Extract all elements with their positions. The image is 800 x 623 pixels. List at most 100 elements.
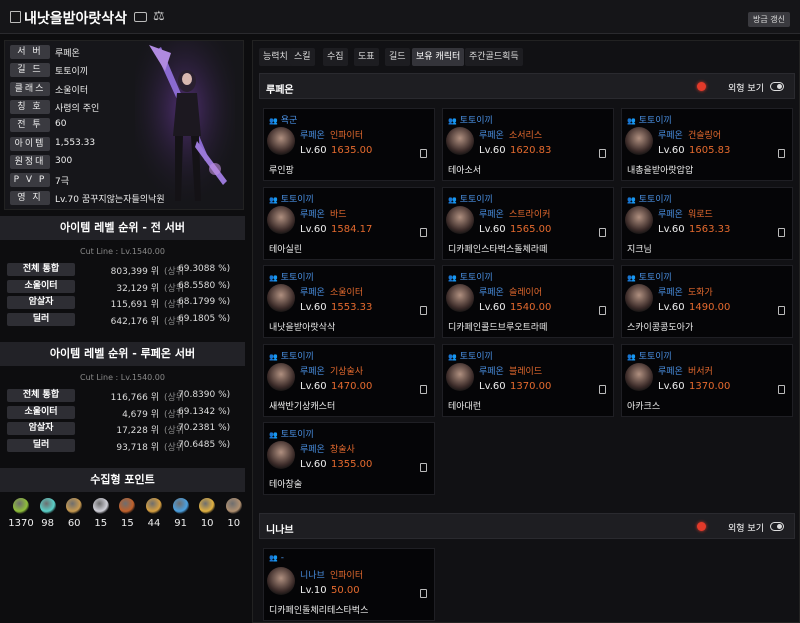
- tab-1[interactable]: 스킬: [290, 48, 315, 66]
- character-card[interactable]: 토토이끼루페온 소서리스Lv.60 1620.83 테아소서: [442, 108, 614, 181]
- card-character-name: 테아대런: [448, 401, 482, 412]
- card-level: Lv.60: [300, 459, 327, 470]
- rank-percent: 68.5580 %): [178, 280, 231, 291]
- card-item-level: 1565.00: [510, 223, 552, 235]
- character-card[interactable]: 토토이끼루페온 슬레이어Lv.60 1540.00 디카페인콜드브루오트라떼: [442, 265, 614, 338]
- character-card[interactable]: 토토이끼루페온 기상술사Lv.60 1470.00 새싹반기상캐스터: [263, 343, 435, 417]
- character-thumbnail: [625, 127, 653, 155]
- card-item-level: 1490.00: [689, 302, 731, 313]
- great-art-icon: [66, 498, 83, 514]
- card-class: 워로드: [688, 209, 713, 220]
- rank-row: 암살자 17,228 위 (상위 70.2381 %): [4, 421, 240, 437]
- toggle-switch[interactable]: [770, 82, 784, 91]
- card-level: Lv.10: [300, 584, 327, 596]
- scale-icon[interactable]: ⚖: [153, 9, 165, 24]
- character-card[interactable]: 욕군루페온 인파이터Lv.60 1635.00 루인팡: [263, 108, 435, 181]
- rank-percent: 69.3088 %): [178, 264, 231, 274]
- copy-icon[interactable]: [420, 384, 427, 394]
- card-server: 루페온: [300, 445, 325, 455]
- copy-icon[interactable]: [420, 306, 427, 315]
- rank-label: 딜러: [7, 312, 75, 326]
- card-server: 루페온: [300, 131, 325, 141]
- appearance-view-label[interactable]: 외형 보기: [728, 81, 764, 94]
- toggle-switch[interactable]: [770, 521, 784, 531]
- profile-label: 아이템: [10, 136, 50, 151]
- giant-heart-icon: [92, 498, 109, 514]
- card-item-level: 1553.33: [331, 302, 373, 313]
- rank-row: 소울이터 4,679 위 (상위 69.1342 %): [4, 405, 240, 421]
- update-button[interactable]: 방금 갱신: [748, 12, 790, 27]
- character-card[interactable]: 토토이끼루페온 바드Lv.60 1584.17 테아실린: [263, 186, 435, 260]
- card-class: 인파이터: [330, 570, 364, 581]
- card-character-name: 디카페인스타벅스돌체라떼: [448, 244, 548, 255]
- copy-icon[interactable]: [599, 306, 606, 315]
- copy-icon[interactable]: [778, 306, 785, 315]
- card-server: 루페온: [658, 288, 683, 298]
- character-thumbnail: [446, 362, 474, 391]
- character-card[interactable]: 토토이끼루페온 도화가Lv.60 1490.00 스카이콩콩도아가: [621, 265, 793, 338]
- top-bar: 내낫을받아랏삭삭 ⚖ 방금 갱신: [0, 0, 800, 34]
- copy-icon[interactable]: [420, 227, 427, 237]
- tab-2[interactable]: 수집: [323, 48, 348, 66]
- id-card-icon[interactable]: [134, 12, 147, 22]
- collect-value: 15: [94, 518, 108, 529]
- card-level: Lv.60: [658, 302, 685, 313]
- rank-label: 전체 통합: [7, 263, 75, 276]
- profile-card: 서 버 루페온 길 드 토토이끼 클래스 소울이터 칭 호 사령의 주인 전 투 60 아이템 1,5…: [4, 40, 244, 210]
- card-class: 인파이터: [330, 131, 364, 141]
- profile-value: 루페온: [55, 49, 80, 59]
- copy-icon[interactable]: [599, 227, 606, 237]
- character-card[interactable]: 토토이끼루페온 스트라이커Lv.60 1565.00 디카페인스타벅스돌체라떼: [442, 186, 614, 260]
- card-character-name: 테아실린: [269, 244, 303, 255]
- card-item-level: 1470.00: [331, 380, 373, 392]
- copy-icon[interactable]: [778, 384, 785, 394]
- copy-icon[interactable]: [599, 384, 606, 394]
- island-heart-icon: [39, 498, 56, 514]
- card-character-name: 디카페인돌체리테스타벅스: [269, 605, 369, 616]
- bookmark-icon[interactable]: [10, 11, 21, 23]
- rank-percent: 69.1805 %): [178, 313, 231, 324]
- guild-name: 토토이끼: [448, 192, 493, 205]
- tab-6[interactable]: 주간골드획득: [465, 48, 523, 66]
- mokoko-seed-icon: [13, 498, 29, 514]
- rank-all-cutline: Cut Line : Lv.1540.00: [80, 247, 165, 256]
- card-server: 니나브: [300, 570, 325, 581]
- copy-icon[interactable]: [420, 588, 427, 598]
- rank-server-cutline: Cut Line : Lv.1540.00: [80, 373, 165, 382]
- card-class: 블레이드: [509, 366, 543, 377]
- copy-icon[interactable]: [599, 149, 606, 158]
- guild-name: 토토이끼: [627, 113, 672, 126]
- tab-5[interactable]: 보유 캐릭터: [412, 48, 465, 66]
- copy-icon[interactable]: [778, 149, 785, 158]
- appearance-view-label[interactable]: 외형 보기: [728, 521, 764, 534]
- card-server: 루페온: [658, 209, 683, 220]
- copy-icon[interactable]: [778, 227, 785, 237]
- copy-icon[interactable]: [420, 149, 427, 158]
- character-card[interactable]: 토토이끼루페온 블레이드Lv.60 1370.00 테아대런: [442, 343, 614, 417]
- card-class: 소울이터: [330, 288, 364, 298]
- card-server: 루페온: [300, 288, 325, 298]
- character-thumbnail: [446, 284, 474, 312]
- character-card[interactable]: 토토이끼루페온 워로드Lv.60 1563.33 지크님: [621, 186, 793, 260]
- guild-name: 토토이끼: [448, 270, 493, 283]
- character-card[interactable]: 토토이끼루페온 버서커Lv.60 1370.00 아카크스: [621, 343, 793, 417]
- card-item-level: 1605.83: [689, 145, 731, 156]
- character-card[interactable]: 토토이끼루페온 소울이터Lv.60 1553.33 내낫을받아랏삭삭: [263, 265, 435, 338]
- character-card[interactable]: 토토이끼루페온 건슬링어Lv.60 1605.83 내총을받아랏압압: [621, 108, 793, 181]
- tab-4[interactable]: 길드: [385, 48, 410, 66]
- collect-value: 60: [67, 518, 81, 529]
- profile-value: 소울이터: [55, 85, 89, 96]
- card-item-level: 1355.00: [331, 459, 373, 470]
- guild-name: 토토이끼: [627, 349, 672, 362]
- collect-value: 15: [121, 518, 134, 529]
- character-card[interactable]: - 니나브 인파이터Lv.10 50.00 디카페인돌체리테스타벅스: [263, 547, 435, 621]
- rank-value: 115,691 위: [110, 300, 159, 310]
- profile-value: 사령의 주인: [55, 103, 100, 114]
- card-level: Lv.60: [300, 145, 327, 156]
- character-card[interactable]: 토토이끼루페온 창술사Lv.60 1355.00 테아창술: [263, 422, 435, 495]
- tab-0[interactable]: 능력치: [259, 48, 292, 66]
- copy-icon[interactable]: [420, 463, 427, 472]
- tab-3[interactable]: 도표: [354, 48, 379, 66]
- rank-value: 17,228 위: [116, 426, 159, 436]
- card-class: 슬레이어: [509, 288, 543, 298]
